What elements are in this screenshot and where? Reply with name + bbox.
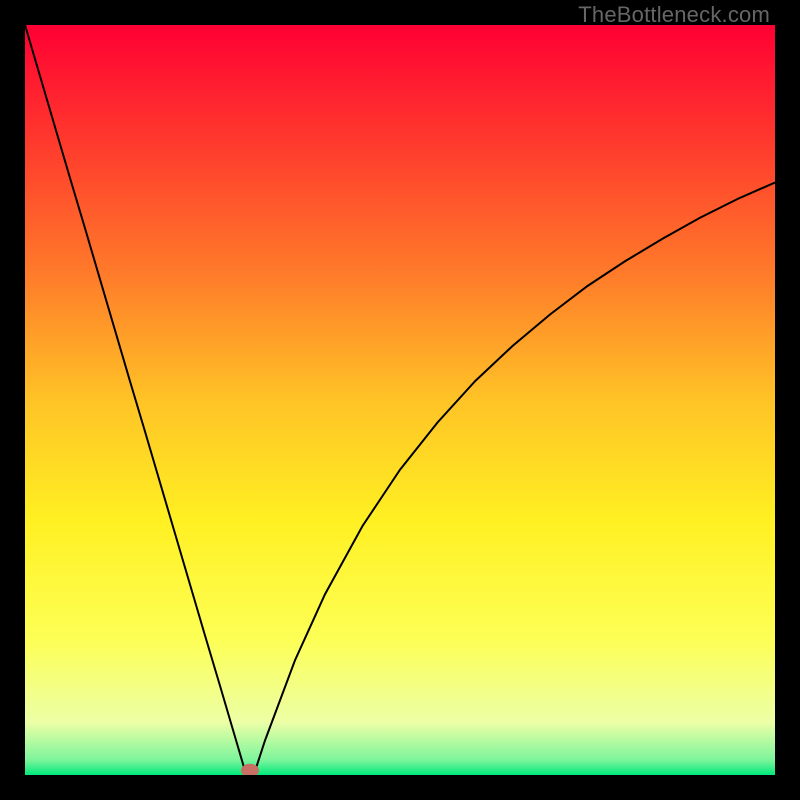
gradient-background bbox=[25, 25, 775, 775]
chart-svg bbox=[25, 25, 775, 775]
watermark-text: TheBottleneck.com bbox=[578, 2, 770, 28]
chart-frame bbox=[25, 25, 775, 775]
